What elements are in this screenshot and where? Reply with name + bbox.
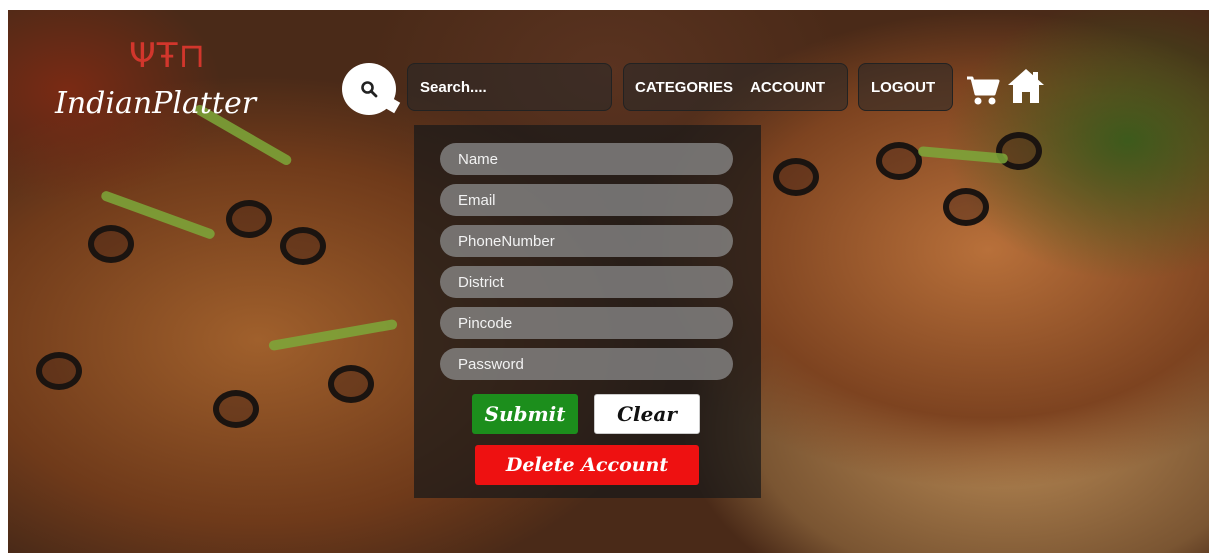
submit-button[interactable]: Submit [472,394,578,434]
search-button[interactable] [342,63,396,115]
olive-decoration [996,132,1042,170]
platter-logo-icon: ΨŦ⊓ [129,36,207,76]
brand-name: IndianPlatter [55,86,257,121]
olive-decoration [213,390,259,428]
clear-button[interactable]: Clear [594,394,700,434]
olive-decoration [876,142,922,180]
search-icon [361,81,378,98]
password-field[interactable] [440,348,733,380]
delete-account-button[interactable]: Delete Account [475,445,699,485]
olive-decoration [36,352,82,390]
olive-decoration [88,225,134,263]
olive-decoration [773,158,819,196]
search-input[interactable] [407,63,612,111]
home-icon[interactable] [1006,66,1046,106]
email-field[interactable] [440,184,733,216]
logout-box: LOGOUT [858,63,953,111]
nav-logout-link[interactable]: LOGOUT [871,79,935,96]
phone-number-field[interactable] [440,225,733,257]
olive-decoration [280,227,326,265]
nav-group: CATEGORIES ACCOUNT [623,63,848,111]
olive-decoration [943,188,989,226]
name-field[interactable] [440,143,733,175]
account-form-panel: Submit Clear Delete Account [414,125,761,498]
pepper-decoration [917,146,1009,164]
nav-account-link[interactable]: ACCOUNT [750,79,825,96]
brand-logo[interactable]: ΨŦ⊓ IndianPlatter [55,36,257,126]
cart-icon[interactable] [965,68,1001,108]
pepper-decoration [268,318,398,352]
pincode-field[interactable] [440,307,733,339]
district-field[interactable] [440,266,733,298]
nav-categories-link[interactable]: CATEGORIES [635,79,733,96]
olive-decoration [328,365,374,403]
olive-decoration [226,200,272,238]
